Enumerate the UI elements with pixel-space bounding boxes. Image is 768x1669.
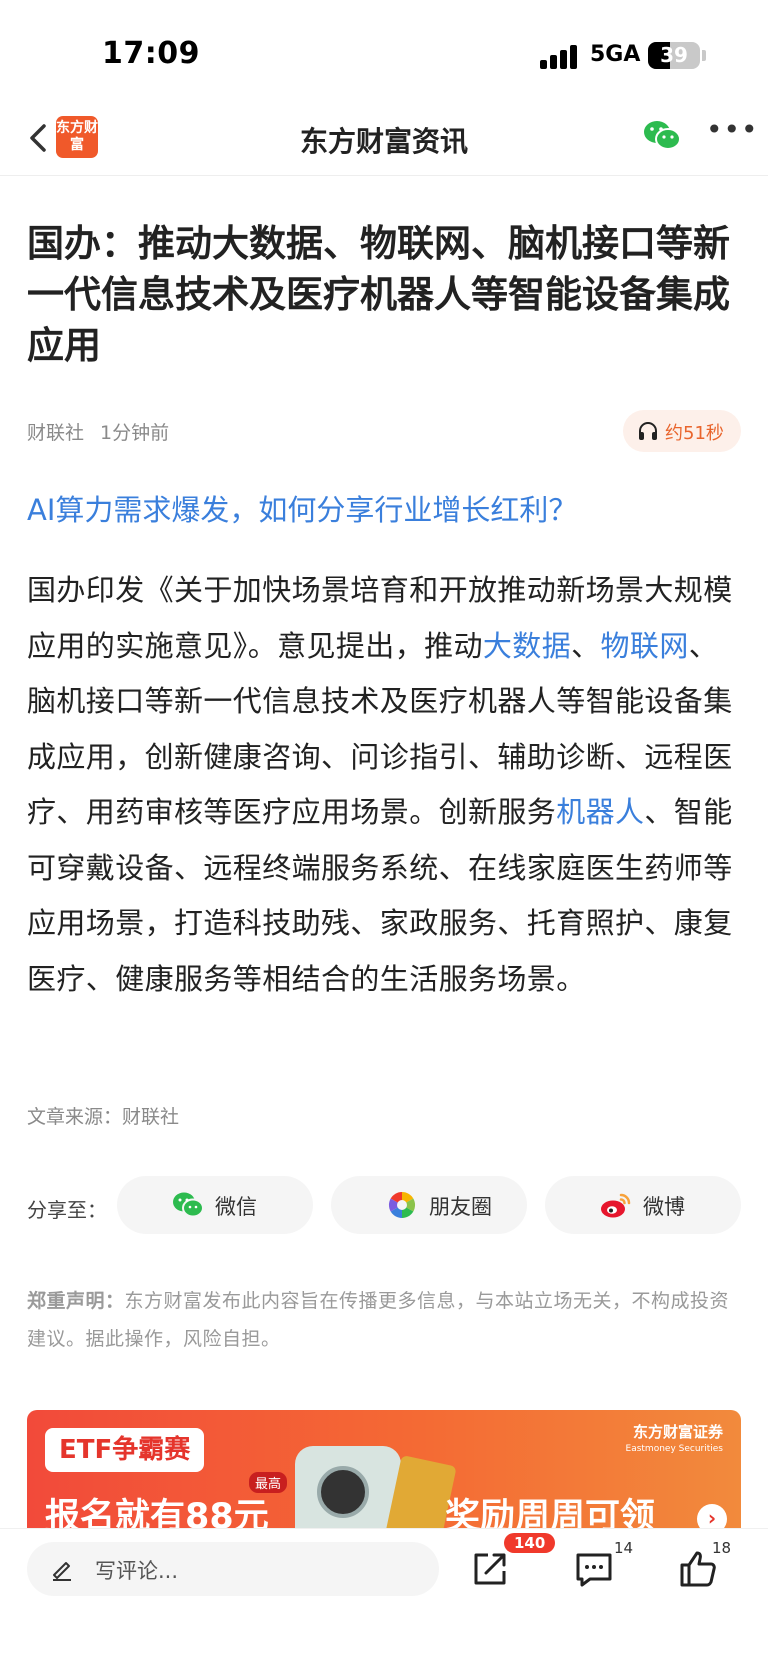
wechat-icon [173, 1192, 204, 1218]
share-wechat-button[interactable]: 微信 [117, 1176, 313, 1234]
ad-badge: 最高 [249, 1472, 288, 1493]
ad-banner[interactable]: ETF争霸赛 东方财富证券 Eastmoney Securities 报名就有8… [27, 1410, 741, 1530]
audio-duration: 约51秒 [665, 423, 724, 444]
weibo-icon [601, 1193, 631, 1218]
more-icon[interactable]: ••• [706, 116, 758, 148]
pen-icon [53, 1562, 71, 1581]
share-label: 分享至： [27, 1198, 107, 1222]
like-count: 18 [712, 1539, 732, 1557]
battery-icon: 39 [648, 42, 700, 69]
status-bar: 17:09 5GA 39 [0, 0, 768, 100]
ad-tag: ETF争霸赛 [45, 1428, 205, 1472]
signal-icon [540, 43, 580, 69]
article-title: 国办：推动大数据、物联网、脑机接口等新一代信息技术及医疗机器人等智能设备集成应用 [27, 222, 730, 367]
share-count-badge: 140 [504, 1533, 556, 1553]
comment-icon[interactable] [572, 1547, 616, 1591]
nav-bar: 东方财富 东方财富资讯 ••• [0, 100, 768, 176]
share-moments-button[interactable]: 朋友圈 [331, 1176, 527, 1234]
article-meta: 财联社 1分钟前 [27, 418, 169, 445]
headphone-icon [639, 422, 657, 440]
battery-level: 39 [660, 43, 688, 67]
wechat-share-icon[interactable] [642, 118, 682, 154]
keyword-link-iot[interactable]: 物联网 [601, 629, 689, 663]
share-icon[interactable] [468, 1547, 512, 1591]
article-body: 国办印发《关于加快场景培育和开放推动新场景大规模应用的实施意见》。意见提出，推动… [27, 563, 741, 1007]
comment-input[interactable]: 写评论... [27, 1542, 439, 1596]
ad-left-text: 报名就有88元 [45, 1497, 269, 1530]
share-weibo-label: 微博 [643, 1195, 685, 1219]
disclaimer-head: 郑重声明： [27, 1290, 125, 1312]
ad-right-text: 奖励周周可领 [445, 1497, 656, 1530]
body-text-segment: 、 [571, 628, 601, 663]
article-time: 1分钟前 [100, 422, 170, 444]
ad-broker-name: 东方财富证券 [632, 1423, 723, 1441]
disclaimer: 郑重声明：东方财富发布此内容旨在传播更多信息，与本站立场无关，不构成投资建议。据… [27, 1282, 741, 1358]
bottom-action-bar: 写评论... 140 14 18 [0, 1528, 768, 1669]
ad-broker-sub: Eastmoney Securities [625, 1444, 723, 1454]
audio-play-button[interactable]: 约51秒 [623, 410, 741, 452]
promo-link[interactable]: AI算力需求爆发，如何分享行业增长红利？ [27, 487, 577, 529]
moments-icon [388, 1191, 416, 1219]
ad-broker-logo: 东方财富证券 Eastmoney Securities [626, 1424, 723, 1458]
phone-image [295, 1446, 401, 1530]
share-wechat-label: 微信 [215, 1195, 257, 1219]
chevron-right-icon: › [697, 1504, 727, 1530]
keyword-link-big-data[interactable]: 大数据 [483, 629, 571, 663]
keyword-link-robot[interactable]: 机器人 [556, 795, 644, 829]
disclaimer-text: 东方财富发布此内容旨在传播更多信息，与本站立场无关，不构成投资建议。据此操作，风… [27, 1290, 730, 1350]
network-label: 5GA [590, 42, 641, 67]
comment-placeholder: 写评论... [95, 1559, 179, 1583]
share-moments-label: 朋友圈 [429, 1195, 492, 1219]
article-source-line: 文章来源：财联社 [27, 1106, 180, 1128]
comment-count: 14 [614, 1539, 634, 1557]
share-weibo-button[interactable]: 微博 [545, 1176, 741, 1234]
article-source: 财联社 [27, 422, 85, 444]
status-time: 17:09 [102, 36, 200, 71]
